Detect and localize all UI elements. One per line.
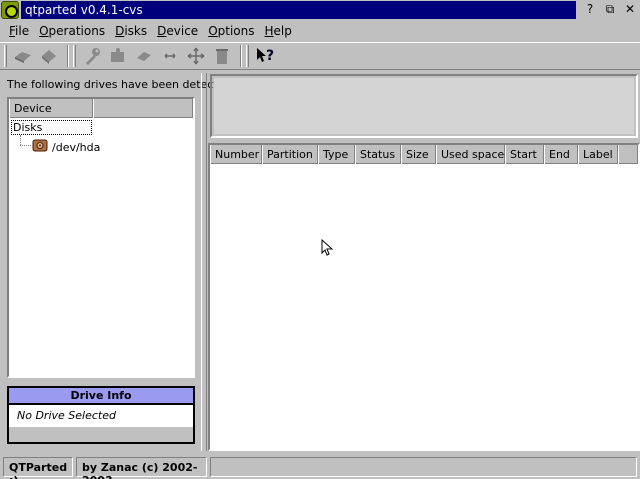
title-bar: qtparted v0.4.1-cvs ? ⧉ ✕ [0,0,640,20]
status-empty [210,457,637,477]
toolbar-separator [67,45,69,67]
status-bar: QTParted :) by Zanac (c) 2002-2003 [0,455,640,479]
tree-header-blank[interactable] [93,99,193,118]
close-icon[interactable]: ✕ [622,2,638,17]
col-type[interactable]: Type [318,145,355,164]
mouse-pointer-icon [321,238,335,260]
trash-icon[interactable] [210,44,234,68]
move-icon[interactable] [184,44,208,68]
toolbar-separator-2 [240,45,242,67]
device-tree[interactable]: Device Disks /dev/hda [7,97,195,378]
drive-info-title: Drive Info [9,388,193,405]
col-number[interactable]: Number [210,145,262,164]
toolbar-grip-2[interactable] [73,45,76,67]
menu-operations[interactable]: Operations [34,24,110,38]
menu-device[interactable]: Device [152,24,203,38]
puzzle-icon[interactable] [106,44,130,68]
status-credits: by Zanac (c) 2002-2003 [76,457,207,479]
hard-disk-icon [31,137,49,157]
panel-splitter[interactable] [201,73,207,451]
svg-text:?: ? [266,48,274,64]
col-end[interactable]: End [544,145,578,164]
tree-item-dev-hda[interactable]: /dev/hda [31,137,100,157]
maximize-icon[interactable]: ⧉ [602,2,618,17]
toolbar-grip[interactable] [4,45,7,67]
col-size[interactable]: Size [401,145,436,164]
col-start[interactable]: Start [505,145,544,164]
toolbar-grip-3[interactable] [246,45,249,67]
col-filler [618,145,638,164]
disk-undo-icon[interactable] [37,44,61,68]
drive-info-panel: Drive Info No Drive Selected [7,386,195,444]
help-icon[interactable]: ? [582,2,598,17]
menu-options[interactable]: Options [203,24,259,38]
status-app-name: QTParted :) [3,457,73,479]
tree-item-disks[interactable]: Disks [11,120,92,135]
tree-connector [20,135,21,145]
whats-this-icon[interactable]: ? [253,44,277,68]
col-partition[interactable]: Partition [262,145,318,164]
menu-disks[interactable]: Disks [110,24,152,38]
menu-file[interactable]: File [4,24,34,38]
tree-header: Device [9,99,193,118]
tree-connector-h [20,145,31,146]
col-status[interactable]: Status [355,145,401,164]
col-label[interactable]: Label [578,145,618,164]
eraser-icon[interactable] [132,44,156,68]
disk-commit-icon[interactable] [11,44,35,68]
partition-graph[interactable] [210,74,638,138]
toolbar: ? [0,42,640,70]
tree-item-label: /dev/hda [52,140,101,154]
partition-table-header: Number Partition Type Status Size Used s… [210,145,638,164]
col-used-space[interactable]: Used space [436,145,505,164]
resize-icon[interactable] [158,44,182,68]
partition-graph-area [214,78,634,134]
partition-table[interactable]: Number Partition Type Status Size Used s… [208,143,640,451]
tree-header-device[interactable]: Device [9,99,93,118]
window-title: qtparted v0.4.1-cvs [25,3,143,17]
wrench-icon[interactable] [80,44,104,68]
qtparted-app-icon[interactable] [1,1,19,19]
menu-help[interactable]: Help [260,24,297,38]
drive-info-status: No Drive Selected [9,405,193,427]
menu-bar: File Operations Disks Device Options Hel… [0,21,640,41]
